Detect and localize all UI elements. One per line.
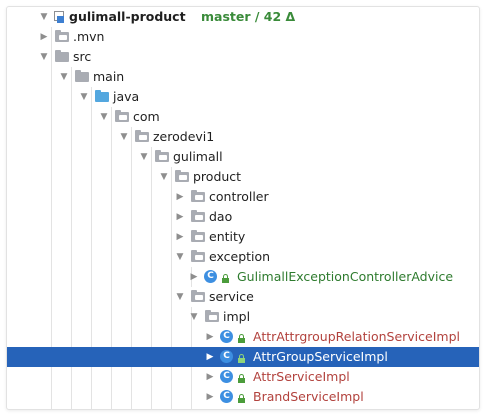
tree-label: zerodevi1: [153, 129, 215, 144]
tree-label: AttrAttrgroupRelationServiceImpl: [253, 329, 460, 344]
collapse-arrow-icon[interactable]: ▼: [159, 167, 169, 187]
class-c-icon: C: [220, 330, 233, 343]
tree-label: product: [193, 169, 242, 184]
expand-arrow-icon[interactable]: ▶: [175, 207, 185, 227]
tree-row-entity[interactable]: ▶ entity: [7, 227, 479, 247]
collapse-arrow-icon[interactable]: ▼: [99, 107, 109, 127]
tree-row-src[interactable]: ▼ src: [7, 47, 479, 67]
class-c-icon: C: [220, 370, 233, 383]
project-name: gulimall-product: [69, 9, 186, 24]
tree-row-gulimall-exception-controller-advice[interactable]: ▶ C GulimallExceptionControllerAdvice: [7, 267, 479, 287]
tree-label: AttrGroupServiceImpl: [253, 349, 388, 364]
tree-label: controller: [209, 189, 269, 204]
expand-arrow-icon[interactable]: ▶: [189, 267, 199, 287]
package-icon: [175, 170, 189, 182]
tree-label: impl: [223, 309, 251, 324]
expand-arrow-icon[interactable]: ▶: [175, 187, 185, 207]
tree-label: dao: [209, 209, 233, 224]
tree-label: com: [133, 109, 160, 124]
collapse-arrow-icon[interactable]: ▼: [189, 307, 199, 327]
tree-row-attr-attrgroup-relation-service-impl[interactable]: ▶ C AttrAttrgroupRelationServiceImpl: [7, 327, 479, 347]
collapse-arrow-icon[interactable]: ▼: [39, 7, 49, 27]
expand-arrow-icon[interactable]: ▶: [205, 347, 215, 367]
collapse-arrow-icon[interactable]: ▼: [79, 87, 89, 107]
tree-row-mvn[interactable]: ▶ .mvn: [7, 27, 479, 47]
project-tree-panel: ▼ gulimall-product master / 42 Δ ▶ .mvn …: [6, 6, 480, 410]
tree-row-exception[interactable]: ▼ exception: [7, 247, 479, 267]
vcs-branch-info: master / 42 Δ: [201, 9, 296, 24]
collapse-arrow-icon[interactable]: ▼: [39, 47, 49, 67]
tree-label: gulimall: [173, 149, 223, 164]
tree-row-module-root[interactable]: ▼ gulimall-product master / 42 Δ: [7, 7, 479, 27]
lock-icon: [237, 394, 246, 403]
collapse-arrow-icon[interactable]: ▼: [139, 147, 149, 167]
tree-label: main: [93, 69, 125, 84]
tree-row-brand-service-impl[interactable]: ▶ C BrandServiceImpl: [7, 387, 479, 407]
package-icon: [135, 130, 149, 142]
tree-row-zerodevi1[interactable]: ▼ zerodevi1: [7, 127, 479, 147]
tree-row-impl[interactable]: ▼ impl: [7, 307, 479, 327]
expand-arrow-icon[interactable]: ▶: [205, 367, 215, 387]
tree-row-product[interactable]: ▼ product: [7, 167, 479, 187]
expand-arrow-icon[interactable]: ▶: [205, 387, 215, 407]
folder-icon: [55, 30, 69, 42]
tree-label: entity: [209, 229, 246, 244]
tree-label: AttrServiceImpl: [253, 369, 350, 384]
package-icon: [191, 230, 205, 242]
lock-icon: [221, 274, 230, 283]
tree-row-attr-service-impl[interactable]: ▶ C AttrServiceImpl: [7, 367, 479, 387]
class-c-icon: C: [204, 270, 217, 283]
lock-icon: [237, 354, 246, 363]
tree-row-java[interactable]: ▼ java: [7, 87, 479, 107]
collapse-arrow-icon[interactable]: ▼: [175, 287, 185, 307]
tree-label: java: [113, 89, 140, 104]
tree-row-gulimall[interactable]: ▼ gulimall: [7, 147, 479, 167]
tree-row-attr-group-service-impl[interactable]: ▶ C AttrGroupServiceImpl: [7, 347, 479, 367]
lock-icon: [237, 334, 246, 343]
package-icon: [191, 290, 205, 302]
class-c-icon: C: [220, 390, 233, 403]
lock-icon: [237, 374, 246, 383]
package-icon: [155, 150, 169, 162]
package-icon: [205, 310, 219, 322]
tree-row-com[interactable]: ▼ com: [7, 107, 479, 127]
folder-icon: [75, 70, 89, 82]
module-icon: [53, 11, 65, 23]
tree-label: .mvn: [73, 29, 105, 44]
collapse-arrow-icon[interactable]: ▼: [119, 127, 129, 147]
tree-label: exception: [209, 249, 271, 264]
tree-label: src: [73, 49, 92, 64]
expand-arrow-icon[interactable]: ▶: [205, 327, 215, 347]
expand-arrow-icon[interactable]: ▶: [39, 27, 49, 47]
tree-label: service: [209, 289, 254, 304]
source-folder-icon: [95, 90, 109, 102]
package-icon: [115, 110, 129, 122]
tree-row-service[interactable]: ▼ service: [7, 287, 479, 307]
tree-row-main[interactable]: ▼ main: [7, 67, 479, 87]
package-icon: [191, 250, 205, 262]
package-icon: [191, 190, 205, 202]
expand-arrow-icon[interactable]: ▶: [175, 227, 185, 247]
class-c-icon: C: [220, 350, 233, 363]
tree-row-dao[interactable]: ▶ dao: [7, 207, 479, 227]
tree-row-controller[interactable]: ▶ controller: [7, 187, 479, 207]
folder-icon: [55, 50, 69, 62]
tree-label: GulimallExceptionControllerAdvice: [237, 269, 454, 284]
collapse-arrow-icon[interactable]: ▼: [59, 67, 69, 87]
collapse-arrow-icon[interactable]: ▼: [175, 247, 185, 267]
package-icon: [191, 210, 205, 222]
tree-label: BrandServiceImpl: [253, 389, 364, 404]
